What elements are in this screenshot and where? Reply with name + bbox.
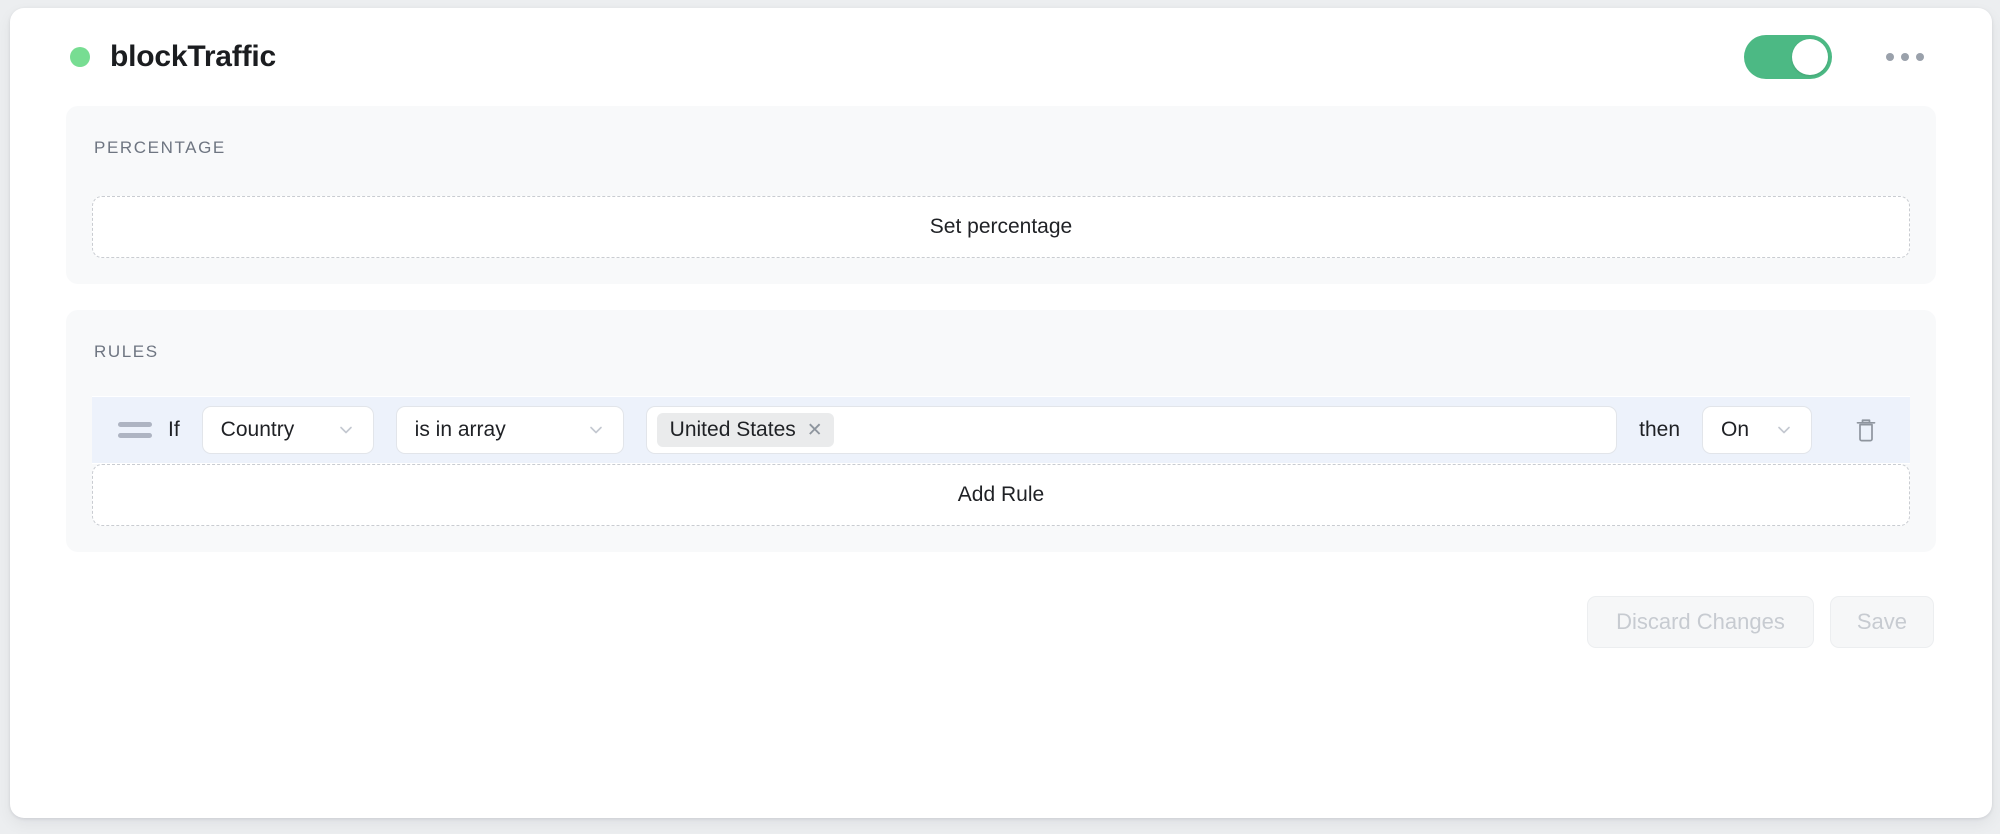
rule-operator-select[interactable]: is in array: [396, 406, 624, 454]
chevron-down-icon: [337, 421, 355, 439]
close-icon[interactable]: ✕: [807, 421, 823, 440]
chevron-down-icon: [1775, 421, 1793, 439]
value-tag: United States ✕: [657, 413, 834, 447]
rule-attribute-value: Country: [221, 418, 323, 442]
rule-values-input[interactable]: United States ✕: [646, 406, 1617, 454]
card-header: blockTraffic: [66, 8, 1936, 106]
kebab-menu-icon[interactable]: [1878, 35, 1932, 79]
percentage-section-label: PERCENTAGE: [92, 138, 1910, 158]
page-title: blockTraffic: [110, 40, 276, 74]
rule-outcome-select[interactable]: On: [1702, 406, 1812, 454]
flag-enabled-toggle[interactable]: [1744, 35, 1832, 79]
toggle-knob: [1792, 39, 1828, 75]
rule-attribute-select[interactable]: Country: [202, 406, 374, 454]
discard-changes-button[interactable]: Discard Changes: [1587, 596, 1814, 648]
page-background: blockTraffic PERCENTAGE Set percentage R…: [0, 0, 2000, 834]
drag-handle-bar: [118, 422, 152, 427]
rule-then-label: then: [1639, 418, 1680, 442]
save-button[interactable]: Save: [1830, 596, 1934, 648]
feature-flag-card: blockTraffic PERCENTAGE Set percentage R…: [10, 8, 1992, 818]
rules-section-label: RULES: [92, 342, 1910, 362]
chevron-down-icon: [587, 421, 605, 439]
value-tag-label: United States: [670, 418, 796, 442]
delete-rule-button[interactable]: [1844, 408, 1888, 452]
rule-conjunction-label: If: [168, 418, 180, 442]
kebab-dot: [1901, 53, 1909, 61]
rule-operator-value: is in array: [415, 418, 573, 442]
kebab-dot: [1916, 53, 1924, 61]
percentage-section: PERCENTAGE Set percentage: [66, 106, 1936, 284]
drag-handle-icon[interactable]: [118, 415, 152, 445]
status-dot-icon: [70, 47, 90, 67]
add-rule-button[interactable]: Add Rule: [92, 464, 1910, 526]
table-row: If Country is in array United States: [92, 396, 1910, 464]
drag-handle-bar: [118, 433, 152, 438]
kebab-dot: [1886, 53, 1894, 61]
rule-outcome-value: On: [1721, 418, 1761, 442]
rules-section: RULES If Country is in array: [66, 310, 1936, 552]
card-footer: Discard Changes Save: [66, 578, 1936, 648]
set-percentage-button[interactable]: Set percentage: [92, 196, 1910, 258]
